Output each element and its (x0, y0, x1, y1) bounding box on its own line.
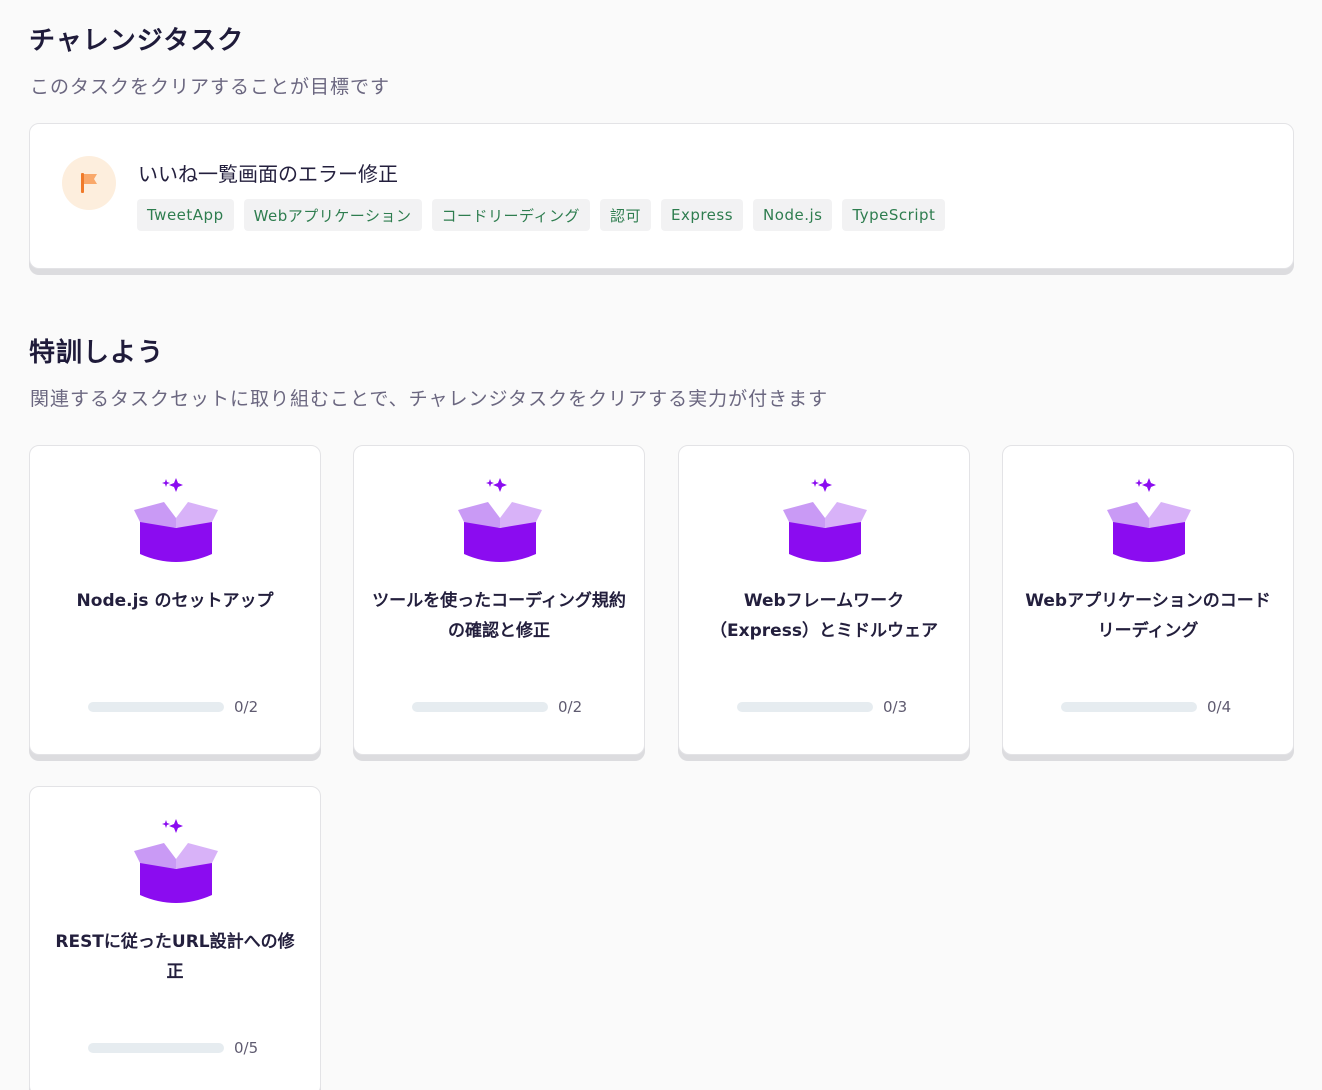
progress-bar (88, 702, 224, 712)
tag-tweetapp: TweetApp (137, 199, 234, 231)
taskset-card[interactable]: Node.js のセットアップ 0/2 (29, 445, 321, 755)
taskset-card[interactable]: ツールを使ったコーディング規約の確認と修正 0/2 (353, 445, 645, 755)
tag-authorization: 認可 (599, 199, 651, 231)
taskset-progress: 0/2 (412, 698, 582, 716)
challenge-section-title: チャレンジタスク (29, 26, 245, 56)
flag-icon (62, 156, 116, 210)
taskset-progress: 0/5 (88, 1039, 258, 1057)
gift-box-icon (134, 819, 218, 903)
tag-list: TweetApp Webアプリケーション コードリーディング 認可 Expres… (137, 199, 946, 231)
gift-box-icon (134, 478, 218, 562)
taskset-progress: 0/2 (88, 698, 258, 716)
progress-bar (737, 702, 873, 712)
progress-count: 0/4 (1207, 698, 1232, 716)
challenge-task-card[interactable]: いいね一覧画面のエラー修正 TweetApp Webアプリケーション コードリー… (29, 123, 1294, 269)
gift-box-icon (458, 478, 542, 562)
taskset-card[interactable]: Webアプリケーションのコードリーディング 0/4 (1002, 445, 1294, 755)
page: チャレンジタスク このタスクをクリアすることが目標です いいね一覧画面のエラー修… (0, 0, 1322, 1090)
progress-bar (412, 702, 548, 712)
tag-web-application: Webアプリケーション (243, 199, 422, 231)
tag-typescript: TypeScript (842, 199, 946, 231)
gift-box-icon (1107, 478, 1191, 562)
tag-code-reading: コードリーディング (431, 199, 590, 231)
progress-count: 0/3 (883, 698, 908, 716)
taskset-title: Webアプリケーションのコードリーディング (1025, 591, 1271, 641)
progress-count: 0/5 (234, 1039, 259, 1057)
progress-bar (88, 1043, 224, 1053)
taskset-card[interactable]: RESTに従ったURL設計への修正 0/5 (29, 786, 321, 1090)
taskset-title: Webフレームワーク（Express）とミドルウェア (710, 591, 938, 641)
training-section-subtitle: 関連するタスクセットに取り組むことで、チャレンジタスクをクリアする実力が付きます (30, 388, 829, 410)
progress-count: 0/2 (234, 698, 259, 716)
taskset-progress: 0/3 (737, 698, 907, 716)
progress-bar (1061, 702, 1197, 712)
taskset-progress: 0/4 (1061, 698, 1231, 716)
tag-express: Express (660, 199, 744, 231)
taskset-title: RESTに従ったURL設計への修正 (55, 932, 295, 982)
taskset-card[interactable]: Webフレームワーク（Express）とミドルウェア 0/3 (678, 445, 970, 755)
gift-box-icon (783, 478, 867, 562)
taskset-title: Node.js のセットアップ (76, 591, 274, 611)
challenge-section-subtitle: このタスクをクリアすることが目標です (30, 76, 391, 98)
tag-nodejs: Node.js (753, 199, 833, 231)
taskset-title: ツールを使ったコーディング規約の確認と修正 (372, 591, 626, 641)
training-section-title: 特訓しよう (29, 338, 165, 368)
challenge-task-name: いいね一覧画面のエラー修正 (138, 162, 398, 186)
progress-count: 0/2 (558, 698, 583, 716)
